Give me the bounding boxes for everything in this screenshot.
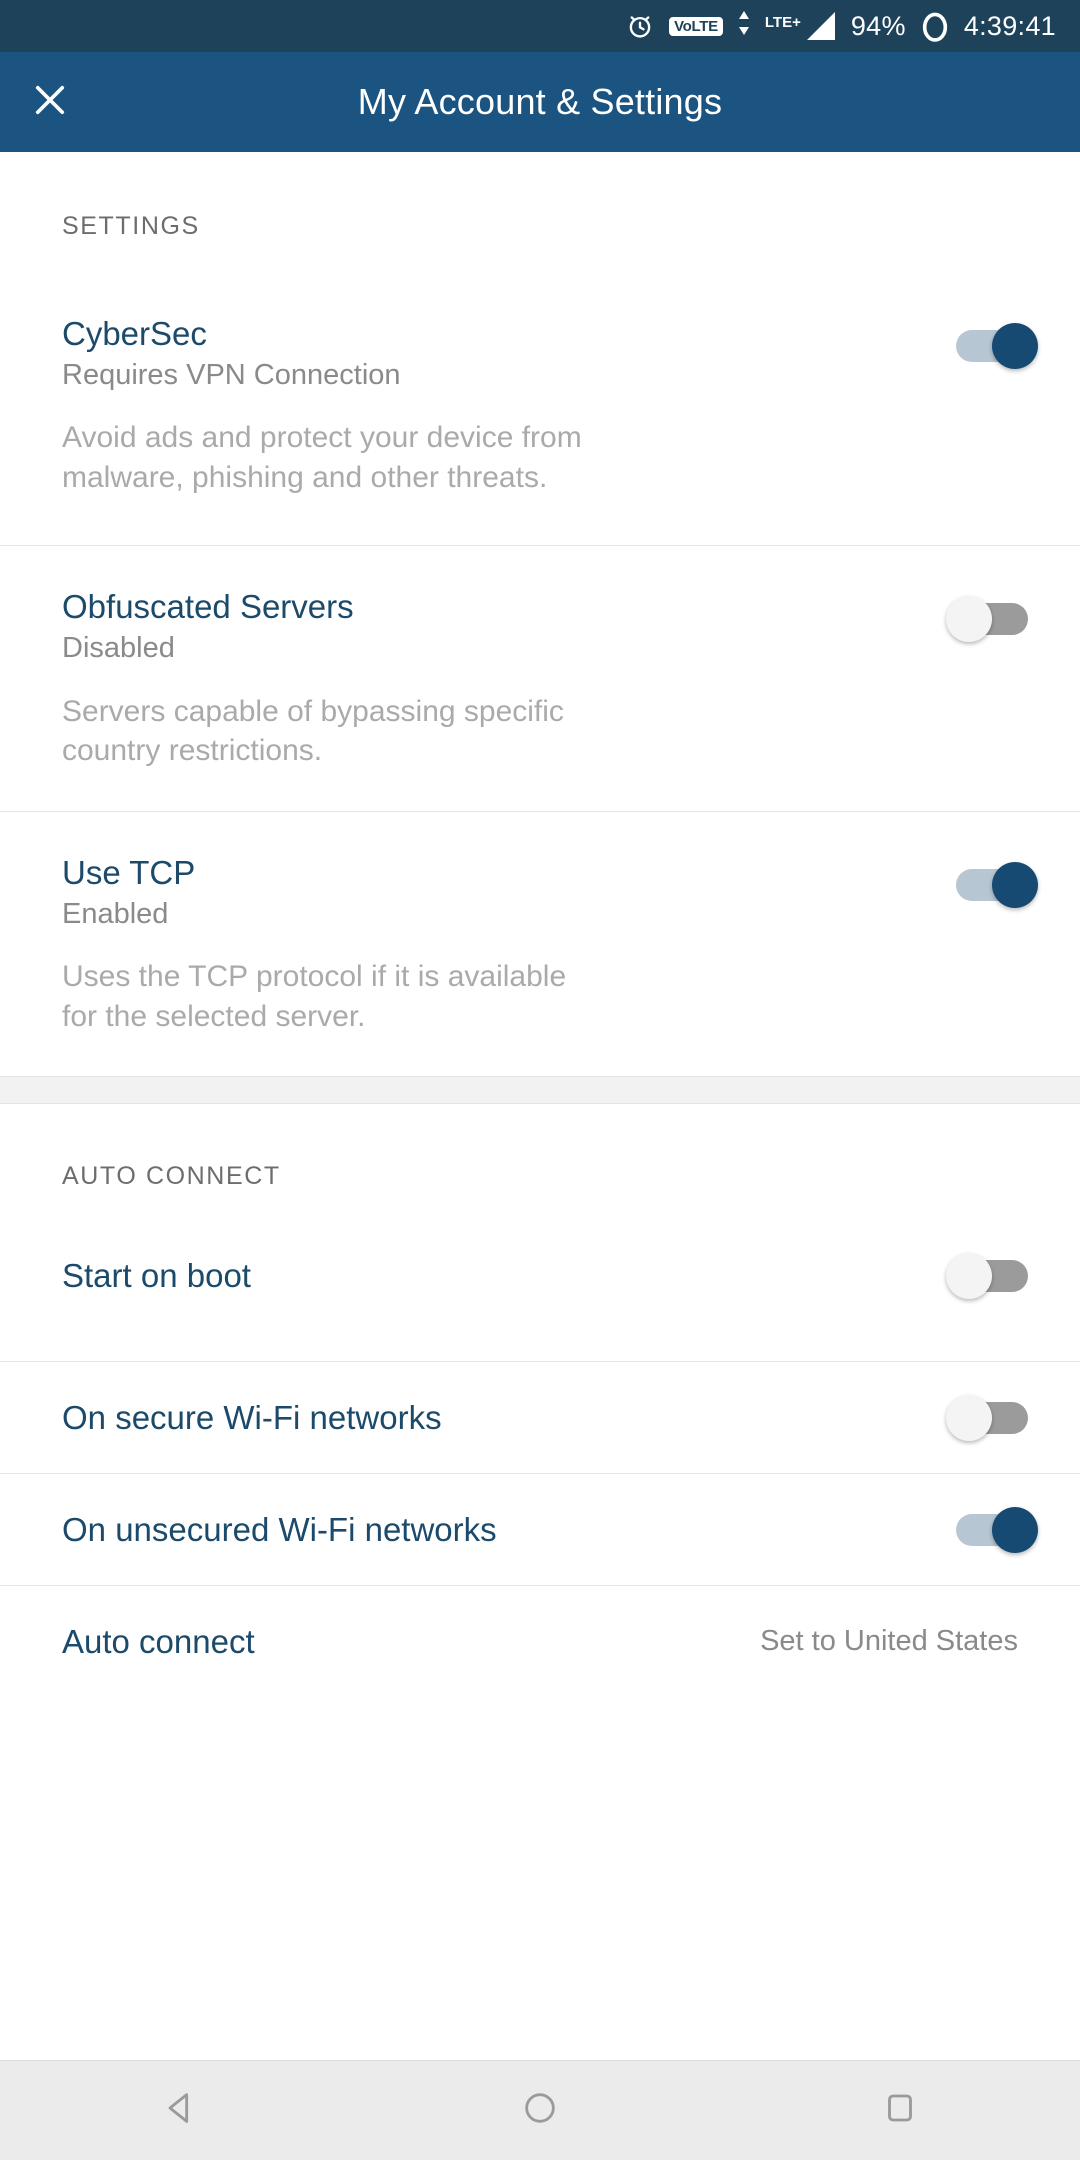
row-title: Auto connect — [62, 1623, 760, 1661]
row-status: Enabled — [62, 898, 926, 931]
setting-row-use-tcp[interactable]: Use TCP Enabled Uses the TCP protocol if… — [0, 811, 1080, 1076]
page-title: My Account & Settings — [0, 81, 1080, 123]
section-auto-connect: AUTO CONNECT Start on boot On secure Wi-… — [0, 1104, 1080, 1697]
toggle-thumb — [946, 1253, 992, 1299]
row-title: On unsecured Wi-Fi networks — [62, 1511, 926, 1549]
home-circle-icon — [520, 2088, 560, 2133]
toggle-thumb — [992, 862, 1038, 908]
toggle-thumb — [992, 1507, 1038, 1553]
row-status: Disabled — [62, 632, 926, 665]
row-text: On secure Wi-Fi networks — [62, 1399, 926, 1437]
section-header-settings: SETTINGS — [0, 152, 1080, 241]
row-title: Start on boot — [62, 1257, 926, 1295]
toggle-thumb — [992, 323, 1038, 369]
setting-row-cybersec[interactable]: CyberSec Requires VPN Connection Avoid a… — [0, 241, 1080, 545]
row-title: On secure Wi-Fi networks — [62, 1399, 926, 1437]
toggle-use-tcp[interactable] — [946, 862, 1038, 908]
setting-row-start-on-boot[interactable]: Start on boot — [0, 1191, 1080, 1361]
setting-row-obfuscated-servers[interactable]: Obfuscated Servers Disabled Servers capa… — [0, 545, 1080, 810]
alarm-clock-icon — [625, 11, 655, 41]
row-text: On unsecured Wi-Fi networks — [62, 1511, 926, 1549]
recents-button[interactable] — [820, 2061, 980, 2161]
android-navigation-bar — [0, 2060, 1080, 2160]
toggle-obfuscated-servers[interactable] — [946, 596, 1038, 642]
back-triangle-icon — [160, 2088, 200, 2133]
data-transfer-icon — [737, 10, 751, 36]
setting-row-unsecured-wifi[interactable]: On unsecured Wi-Fi networks — [0, 1473, 1080, 1585]
section-header-auto-connect: AUTO CONNECT — [0, 1104, 1080, 1191]
row-description: Avoid ads and protect your device from m… — [62, 418, 582, 497]
clock-label: 4:39:41 — [964, 11, 1056, 42]
status-bar: VoLTE LTE+ 94% 4:39:41 — [0, 0, 1080, 52]
row-text: Use TCP Enabled Uses the TCP protocol if… — [62, 854, 926, 1036]
row-description: Servers capable of bypassing specific co… — [62, 692, 582, 771]
row-text: Obfuscated Servers Disabled Servers capa… — [62, 588, 926, 770]
toggle-start-on-boot[interactable] — [946, 1253, 1038, 1299]
setting-row-auto-connect[interactable]: Auto connect Set to United States — [0, 1585, 1080, 1697]
section-settings: SETTINGS CyberSec Requires VPN Connectio… — [0, 152, 1080, 1076]
home-button[interactable] — [460, 2061, 620, 2161]
row-text: CyberSec Requires VPN Connection Avoid a… — [62, 315, 926, 497]
battery-circle-icon — [920, 9, 950, 43]
row-text: Auto connect — [62, 1623, 760, 1661]
app-bar: My Account & Settings — [0, 52, 1080, 152]
toggle-cybersec[interactable] — [946, 323, 1038, 369]
row-title: CyberSec — [62, 315, 926, 353]
toggle-unsecured-wifi[interactable] — [946, 1507, 1038, 1553]
row-title: Use TCP — [62, 854, 926, 892]
row-text: Start on boot — [62, 1257, 926, 1295]
toggle-secure-wifi[interactable] — [946, 1395, 1038, 1441]
setting-row-secure-wifi[interactable]: On secure Wi-Fi networks — [0, 1361, 1080, 1473]
volte-icon: VoLTE — [669, 17, 723, 36]
back-button[interactable] — [100, 2061, 260, 2161]
network-type-label: LTE+ — [765, 15, 801, 30]
section-divider-band — [0, 1076, 1080, 1104]
toggle-thumb — [946, 1395, 992, 1441]
battery-percent-label: 94% — [851, 11, 906, 42]
close-button[interactable] — [0, 52, 100, 152]
close-icon — [29, 79, 71, 126]
recents-square-icon — [882, 2090, 918, 2131]
row-description: Uses the TCP protocol if it is available… — [62, 957, 582, 1036]
toggle-thumb — [946, 596, 992, 642]
row-title: Obfuscated Servers — [62, 588, 926, 626]
auto-connect-value: Set to United States — [760, 1625, 1018, 1658]
settings-scroll-container[interactable]: SETTINGS CyberSec Requires VPN Connectio… — [0, 152, 1080, 2160]
signal-strength-icon: LTE+ — [765, 10, 837, 42]
row-status: Requires VPN Connection — [62, 359, 926, 392]
